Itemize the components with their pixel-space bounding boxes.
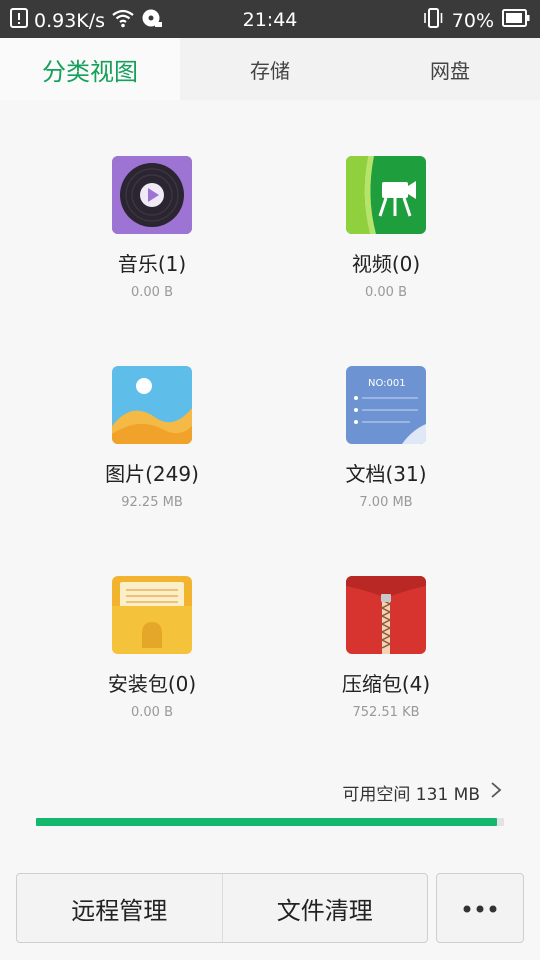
- bottom-actions: 远程管理 文件清理: [16, 873, 524, 943]
- image-icon: [112, 366, 192, 444]
- storage-available[interactable]: 可用空间 131 MB: [342, 780, 502, 805]
- category-label: 视频(0): [351, 252, 421, 276]
- music-icon: [112, 156, 192, 234]
- tab-cloud-drive[interactable]: 网盘: [360, 38, 540, 100]
- status-bar: 0.93K/s 21:44 70%: [0, 0, 540, 38]
- more-button[interactable]: [436, 873, 524, 943]
- storage-available-label: 可用空间 131 MB: [342, 785, 480, 805]
- category-size: 752.51 KB: [352, 705, 420, 720]
- category-documents[interactable]: NO:001 文档(31) 7.00 MB: [266, 366, 506, 510]
- battery-icon: [502, 9, 530, 32]
- category-size: 0.00 B: [131, 705, 173, 720]
- video-icon: [346, 156, 426, 234]
- vibrate-icon: [422, 8, 444, 33]
- category-music[interactable]: 音乐(1) 0.00 B: [32, 156, 272, 300]
- category-label: 文档(31): [345, 462, 427, 486]
- tab-storage[interactable]: 存储: [180, 38, 360, 100]
- tab-bar: 分类视图 存储 网盘: [0, 38, 540, 100]
- file-clean-button[interactable]: 文件清理: [221, 874, 428, 942]
- battery-percent: 70%: [451, 9, 494, 32]
- category-images[interactable]: 图片(249) 92.25 MB: [32, 366, 272, 510]
- storage-progress-fill: [36, 818, 497, 826]
- category-archive[interactable]: 压缩包(4) 752.51 KB: [266, 576, 506, 720]
- category-label: 音乐(1): [117, 252, 187, 276]
- document-icon: NO:001: [346, 366, 426, 444]
- status-right: 70%: [422, 8, 530, 33]
- category-size: 0.00 B: [365, 285, 407, 300]
- more-icon: [462, 899, 498, 918]
- apk-icon: [112, 576, 192, 654]
- category-video[interactable]: 视频(0) 0.00 B: [266, 156, 506, 300]
- storage-progress-bar: [36, 818, 504, 826]
- category-label: 压缩包(4): [341, 672, 431, 696]
- archive-icon: [346, 576, 426, 654]
- document-icon-text: NO:001: [368, 378, 406, 389]
- category-apk[interactable]: 安装包(0) 0.00 B: [32, 576, 272, 720]
- category-size: 7.00 MB: [359, 495, 413, 510]
- category-size: 92.25 MB: [121, 495, 183, 510]
- category-size: 0.00 B: [131, 285, 173, 300]
- remote-manage-button[interactable]: 远程管理: [17, 874, 222, 942]
- category-label: 图片(249): [105, 462, 199, 486]
- category-label: 安装包(0): [107, 672, 197, 696]
- action-button-group: 远程管理 文件清理: [16, 873, 428, 943]
- category-grid: 音乐(1) 0.00 B 视频(0) 0.00 B 图片(249) 92.25 …: [0, 100, 540, 740]
- chevron-right-icon: [490, 781, 502, 804]
- tab-category-view[interactable]: 分类视图: [0, 38, 180, 100]
